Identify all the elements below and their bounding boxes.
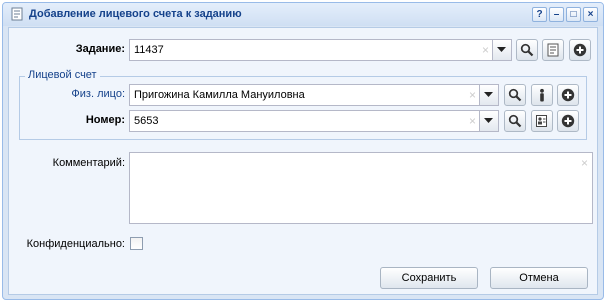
form-panel: Задание: 11437 × Лицевой счет Физ. лицо:… — [8, 27, 598, 295]
title-bar[interactable]: Добавление лицевого счета к заданию ? – … — [3, 3, 603, 26]
chevron-down-icon — [484, 118, 493, 123]
window-title: Добавление лицевого счета к заданию — [29, 8, 242, 20]
person-value: Пригожина Камилла Мануиловна — [134, 89, 305, 101]
person-profile-button[interactable] — [531, 84, 553, 106]
number-value: 5653 — [134, 115, 159, 127]
task-combo[interactable]: 11437 × — [129, 39, 512, 61]
number-clear-icon[interactable]: × — [469, 114, 476, 128]
chevron-down-icon — [497, 47, 506, 52]
maximize-icon[interactable]: □ — [566, 7, 581, 22]
person-icon — [540, 88, 544, 102]
person-add-button[interactable] — [557, 84, 579, 106]
plus-circle-icon — [573, 43, 587, 57]
person-dropdown-trigger[interactable] — [479, 85, 498, 105]
plus-circle-icon — [561, 114, 575, 128]
person-label[interactable]: Физ. лицо: — [19, 88, 125, 100]
minimize-icon[interactable]: – — [549, 7, 564, 22]
document-scroll-icon — [9, 7, 25, 22]
number-combo[interactable]: 5653 × — [129, 110, 499, 132]
plus-circle-icon — [561, 88, 575, 102]
account-fieldset-legend: Лицевой счет — [25, 69, 100, 81]
person-clear-icon[interactable]: × — [469, 88, 476, 102]
help-icon[interactable]: ? — [532, 7, 547, 22]
task-search-button[interactable] — [516, 39, 538, 61]
document-icon — [547, 43, 559, 57]
task-value: 11437 — [134, 44, 164, 56]
comment-label: Комментарий: — [52, 157, 125, 169]
cancel-button[interactable]: Отмена — [490, 267, 588, 289]
task-add-button[interactable] — [569, 39, 591, 61]
person-combo[interactable]: Пригожина Камилла Мануиловна × — [129, 84, 499, 106]
search-icon — [508, 114, 522, 128]
person-search-button[interactable] — [504, 84, 526, 106]
task-clear-icon[interactable]: × — [482, 43, 489, 57]
save-button[interactable]: Сохранить — [380, 267, 478, 289]
number-add-button[interactable] — [557, 110, 579, 132]
confidential-checkbox[interactable] — [130, 237, 143, 250]
comment-textarea[interactable]: × — [129, 152, 593, 224]
search-icon — [520, 43, 534, 57]
comment-clear-icon[interactable]: × — [581, 156, 588, 170]
number-label: Номер: — [85, 114, 125, 126]
chevron-down-icon — [484, 92, 493, 97]
close-icon[interactable]: × — [583, 7, 598, 22]
task-document-button[interactable] — [542, 39, 564, 61]
number-dropdown-trigger[interactable] — [479, 111, 498, 131]
search-icon — [508, 88, 522, 102]
task-dropdown-trigger[interactable] — [492, 40, 511, 60]
number-account-card-button[interactable] — [531, 110, 553, 132]
dialog-window: Добавление лицевого счета к заданию ? – … — [2, 2, 604, 300]
account-card-icon — [536, 115, 547, 127]
number-search-button[interactable] — [504, 110, 526, 132]
confidential-label: Конфиденциально: — [26, 238, 125, 250]
task-label: Задание: — [75, 43, 125, 55]
